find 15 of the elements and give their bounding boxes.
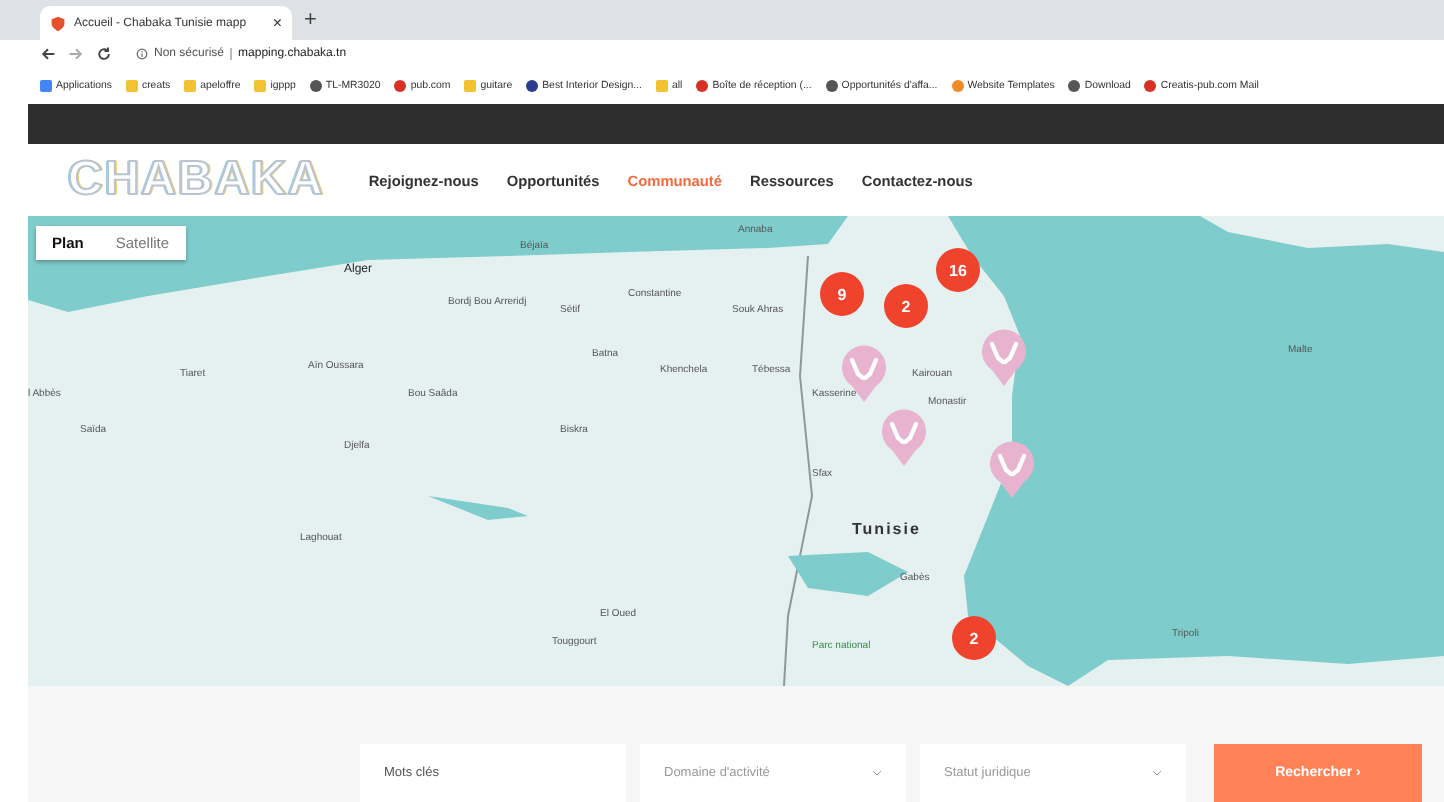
hands-marker-icon[interactable] [988, 440, 1036, 500]
forward-icon[interactable] [68, 46, 84, 62]
shield-icon [50, 15, 66, 31]
hands-marker-icon[interactable] [980, 328, 1028, 388]
chevron-down-icon [1152, 770, 1162, 776]
new-tab-button[interactable]: + [304, 8, 317, 32]
info-icon [136, 48, 148, 60]
close-button[interactable]: × [272, 14, 282, 32]
map-label: Tunisie [852, 520, 921, 538]
back-icon[interactable] [40, 46, 56, 62]
map[interactable] [28, 216, 1444, 686]
chevron-down-icon [872, 770, 882, 776]
reload-icon[interactable] [96, 46, 112, 62]
hands-marker-icon[interactable] [880, 408, 928, 468]
lake-area [428, 496, 528, 520]
